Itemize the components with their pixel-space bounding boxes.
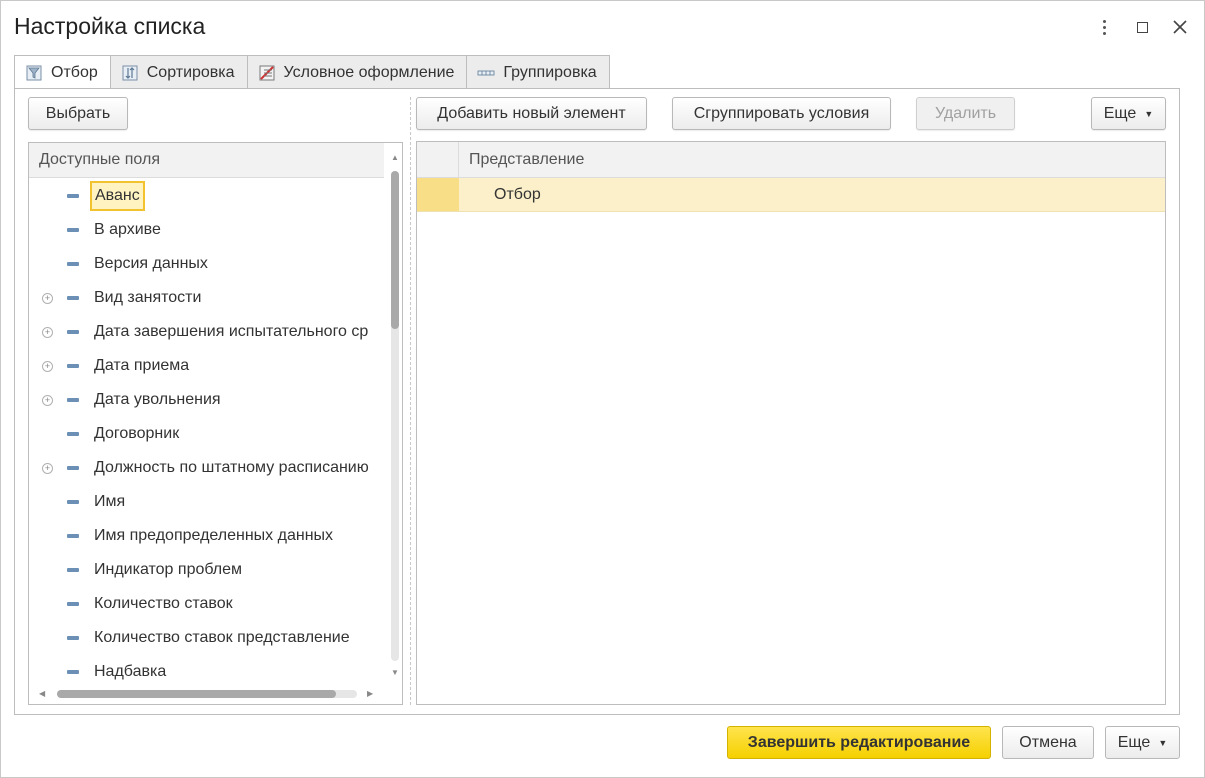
tab-filter-label: Отбор — [51, 64, 98, 81]
footer-more-label: Еще — [1117, 733, 1151, 751]
tree-item[interactable]: Количество ставок — [29, 587, 384, 621]
tab-conditional-format-label: Условное оформление — [283, 63, 455, 81]
tree-item-label: Имя предопределенных данных — [94, 527, 334, 544]
field-icon — [67, 670, 79, 674]
sort-icon — [121, 64, 139, 82]
select-button[interactable]: Выбрать — [28, 97, 128, 130]
more-menu-label: Еще — [1103, 104, 1137, 122]
add-new-element-button[interactable]: Добавить новый элемент — [416, 97, 647, 130]
tree-item-label: Количество ставок представление — [94, 629, 350, 646]
tree-item[interactable]: + Вид занятости — [29, 281, 384, 315]
grouping-icon — [477, 64, 495, 82]
expand-icon[interactable]: + — [42, 394, 53, 406]
hscroll-thumb[interactable] — [57, 690, 336, 698]
panel-splitter[interactable] — [410, 97, 411, 705]
field-icon — [67, 296, 79, 300]
tree-item[interactable]: + Дата завершения испытательного ср — [29, 315, 384, 349]
tab-sort-label: Сортировка — [146, 63, 235, 81]
row-value: Отбор — [494, 185, 541, 203]
tree-item[interactable]: + Дата увольнения — [29, 383, 384, 417]
scroll-right-icon[interactable]: ▶ — [367, 689, 373, 698]
tree-item[interactable]: В архиве — [29, 213, 384, 247]
field-icon — [67, 364, 79, 368]
tree-item[interactable]: Имя предопределенных данных — [29, 519, 384, 553]
window-title: Настройка списка — [14, 13, 206, 39]
tree-item-label: Количество ставок — [94, 595, 233, 612]
field-icon — [67, 568, 79, 572]
column-header-representation[interactable]: Представление — [469, 142, 584, 178]
row-selector[interactable] — [417, 178, 459, 211]
grid-header: Представление — [417, 142, 1165, 178]
filter-grid: Представление Отбор — [416, 141, 1166, 705]
tree-item-label: Договорник — [94, 425, 180, 442]
tab-conditional-format[interactable]: Условное оформление — [246, 55, 468, 89]
cancel-button[interactable]: Отмена — [1002, 726, 1094, 759]
field-icon — [67, 228, 79, 232]
conditional-format-icon — [258, 64, 276, 82]
more-icon[interactable] — [1092, 15, 1116, 39]
tree-item-label: В архиве — [94, 221, 161, 238]
tree-item-label: Имя — [94, 493, 126, 510]
filter-icon — [25, 64, 43, 82]
expand-icon[interactable]: + — [42, 360, 53, 372]
finish-editing-button[interactable]: Завершить редактирование — [727, 726, 991, 759]
tree-item[interactable]: + Должность по штатному расписанию — [29, 451, 384, 485]
field-icon — [67, 398, 79, 402]
close-icon[interactable] — [1168, 15, 1192, 39]
group-conditions-button[interactable]: Сгруппировать условия — [672, 97, 891, 130]
tree-vertical-scrollbar[interactable]: ▲ ▼ — [387, 143, 402, 683]
field-icon — [67, 330, 79, 334]
field-icon — [67, 194, 79, 198]
scroll-down-icon[interactable]: ▼ — [391, 668, 399, 677]
table-row[interactable]: Отбор — [417, 178, 1165, 212]
maximize-icon[interactable] — [1130, 15, 1154, 39]
tree-item-label: Аванс — [90, 181, 145, 211]
scroll-thumb[interactable] — [391, 171, 399, 329]
expand-icon[interactable]: + — [42, 462, 53, 474]
scroll-left-icon[interactable]: ◀ — [39, 689, 45, 698]
tree-item-label: Дата увольнения — [94, 391, 221, 408]
available-fields-header: Доступные поля — [29, 143, 384, 178]
field-icon — [67, 602, 79, 606]
tab-grouping[interactable]: Группировка — [466, 55, 610, 89]
field-icon — [67, 466, 79, 470]
tree-item[interactable]: Аванс — [29, 179, 384, 213]
expand-icon[interactable]: + — [42, 292, 53, 304]
delete-button[interactable]: Удалить — [916, 97, 1015, 130]
tree-horizontal-scrollbar[interactable]: ◀ ▶ — [29, 685, 384, 703]
list-settings-window: Настройка списка Отбор Сортировка Условн… — [0, 0, 1205, 778]
field-icon — [67, 500, 79, 504]
tree-item[interactable]: Договорник — [29, 417, 384, 451]
field-icon — [67, 636, 79, 640]
tree-item-label: Должность по штатному расписанию — [94, 459, 369, 476]
field-icon — [67, 534, 79, 538]
tree-item[interactable]: Количество ставок представление — [29, 621, 384, 655]
tab-sort[interactable]: Сортировка — [109, 55, 248, 89]
tree-item-label: Дата приема — [94, 357, 190, 374]
tab-filter[interactable]: Отбор — [14, 55, 111, 90]
tree-item[interactable]: Версия данных — [29, 247, 384, 281]
tree-item[interactable]: Имя — [29, 485, 384, 519]
tree-item[interactable]: + Дата приема — [29, 349, 384, 383]
field-icon — [67, 262, 79, 266]
chevron-down-icon: ▼ — [1158, 737, 1168, 748]
expand-icon[interactable]: + — [42, 326, 53, 338]
tree-item-label: Дата завершения испытательного ср — [94, 323, 369, 340]
tree-item[interactable]: Индикатор проблем — [29, 553, 384, 587]
chevron-down-icon: ▼ — [1144, 108, 1154, 119]
tree-item[interactable]: Надбавка — [29, 655, 384, 689]
tree-item-label: Вид занятости — [94, 289, 202, 306]
more-menu-button[interactable]: Еще ▼ — [1091, 97, 1166, 130]
tab-grouping-label: Группировка — [503, 63, 597, 81]
tree-item-label: Индикатор проблем — [94, 561, 243, 578]
tree-item-label: Версия данных — [94, 255, 208, 272]
field-icon — [67, 432, 79, 436]
tree-item-label: Надбавка — [94, 663, 167, 680]
available-fields-tree: Доступные поля Аванс В архиве Версия данны… — [28, 142, 403, 705]
scroll-up-icon[interactable]: ▲ — [391, 153, 399, 162]
settings-tabs: Отбор Сортировка Условное оформление Гру… — [14, 55, 610, 90]
footer-more-button[interactable]: Еще ▼ — [1105, 726, 1180, 759]
